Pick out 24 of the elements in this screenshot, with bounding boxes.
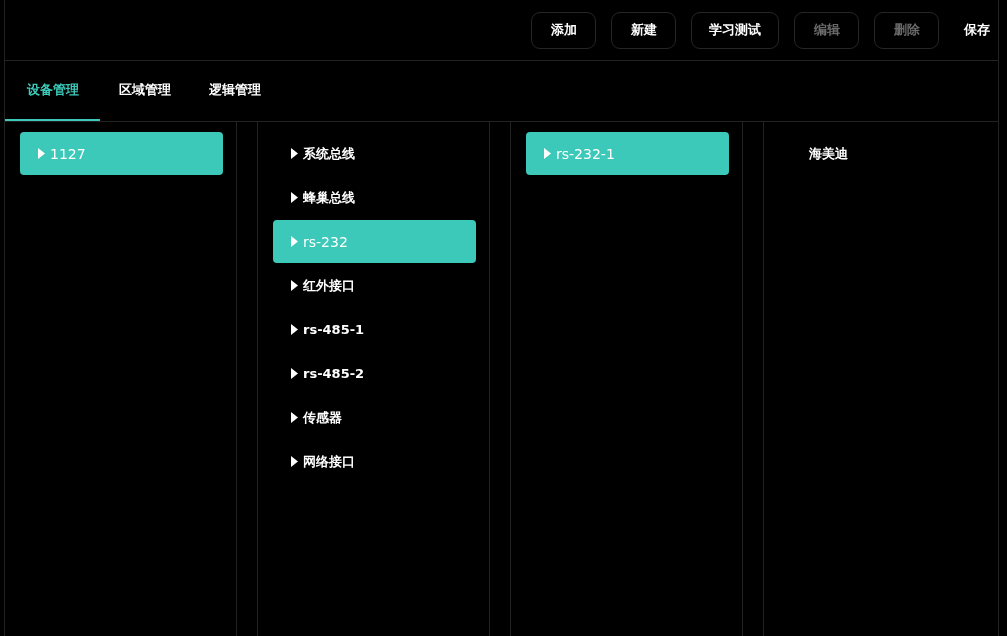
- list-item[interactable]: rs-485-1: [273, 308, 476, 351]
- list-item[interactable]: 海美迪: [779, 132, 983, 175]
- caret-icon: [291, 368, 298, 379]
- caret-icon: [291, 236, 298, 247]
- list-item[interactable]: 蜂巢总线: [273, 176, 476, 219]
- caret-icon: [291, 412, 298, 423]
- list-item[interactable]: 红外接口: [273, 264, 476, 307]
- caret-icon: [291, 280, 298, 291]
- toolbar-button[interactable]: 添加: [531, 11, 596, 49]
- toolbar-button[interactable]: 新建: [611, 11, 676, 49]
- toolbar-button[interactable]: 学习测试: [691, 11, 779, 49]
- list-item[interactable]: 网络接口: [273, 440, 476, 483]
- caret-icon: [291, 324, 298, 335]
- tab[interactable]: 设备管理: [5, 61, 100, 121]
- list-item[interactable]: 传感器: [273, 396, 476, 439]
- list-item[interactable]: 系统总线: [273, 132, 476, 175]
- caret-icon: [544, 148, 551, 159]
- tab[interactable]: 区域管理: [100, 61, 190, 121]
- list-item[interactable]: rs-485-2: [273, 352, 476, 395]
- caret-icon: [291, 148, 298, 159]
- caret-icon: [291, 456, 298, 467]
- tab[interactable]: 逻辑管理: [190, 61, 280, 121]
- caret-icon: [38, 148, 45, 159]
- caret-icon: [291, 192, 298, 203]
